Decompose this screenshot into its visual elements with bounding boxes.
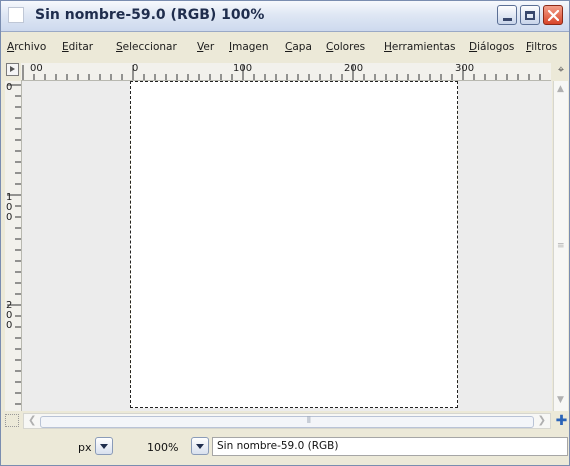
quick-mask-icon[interactable] <box>5 414 19 427</box>
zoom-select-button[interactable] <box>191 437 209 455</box>
menu-seleccionar[interactable]: Seleccionar <box>116 41 177 53</box>
menu-bar: Archivo Editar Seleccionar Ver Imagen Ca… <box>1 37 569 57</box>
image-canvas[interactable] <box>130 81 458 408</box>
close-button[interactable] <box>543 5 563 25</box>
chevron-down-icon <box>196 443 204 449</box>
image-info-text: Sin nombre-59.0 (RGB) <box>217 440 339 452</box>
hruler-label: 00 <box>30 63 43 74</box>
title-bar[interactable]: Sin nombre-59.0 (RGB) 100% <box>1 1 569 32</box>
scroll-left-icon[interactable]: ❮ <box>28 415 36 426</box>
hruler-label: 200 <box>344 63 364 74</box>
menu-dialogos[interactable]: Diálogos <box>469 41 514 53</box>
image-window: Sin nombre-59.0 (RGB) 100% Archivo Edita… <box>0 0 570 466</box>
chevron-down-icon <box>100 443 108 449</box>
vertical-scrollbar[interactable]: ▲ ≡ ▼ <box>553 81 568 411</box>
menu-arrow-button[interactable] <box>6 63 19 76</box>
close-icon <box>547 9 559 21</box>
vertical-ruler[interactable]: 0 100 200 <box>5 81 22 411</box>
menu-colores[interactable]: Colores <box>326 41 365 53</box>
menu-archivo[interactable]: Archivo <box>7 41 46 53</box>
hruler-label: 300 <box>455 63 475 74</box>
maximize-icon <box>525 10 535 20</box>
scroll-right-icon[interactable]: ❯ <box>538 415 546 426</box>
vruler-label: 100 <box>6 192 13 223</box>
menu-filtros[interactable]: Filtros <box>526 41 557 53</box>
status-field: Sin nombre-59.0 (RGB) <box>212 437 568 456</box>
minimize-button[interactable] <box>497 5 517 25</box>
vruler-label: 0 <box>6 82 13 93</box>
window-title: Sin nombre-59.0 (RGB) 100% <box>35 7 265 23</box>
vertical-ruler-ticks <box>7 84 21 405</box>
unit-value: px <box>78 441 92 454</box>
app-icon <box>8 7 24 23</box>
status-bar: px 100% Sin nombre-59.0 (RGB) <box>1 431 569 465</box>
hruler-label: 0 <box>132 63 139 74</box>
scroll-up-icon[interactable]: ▲ <box>557 84 564 94</box>
horizontal-ruler[interactable]: 00 0 100 200 300 <box>21 63 551 81</box>
scroll-down-icon[interactable]: ▼ <box>557 395 564 405</box>
horizontal-scroll-row: ❮ ⫴ ❯ ✚ <box>1 413 569 429</box>
hruler-label: 100 <box>233 63 253 74</box>
menu-imagen[interactable]: Imagen <box>229 41 269 53</box>
menu-editar[interactable]: Editar <box>62 41 93 53</box>
scroll-grip-icon: ≡ <box>557 241 565 251</box>
horizontal-scrollbar[interactable]: ❮ ⫴ ❯ <box>23 413 551 429</box>
navigate-icon[interactable]: ⌖ <box>554 63 568 80</box>
menu-herramientas[interactable]: Herramientas <box>384 41 456 53</box>
zoom-value: 100% <box>147 441 179 454</box>
menu-ver[interactable]: Ver <box>197 41 214 53</box>
scroll-grip-icon: ⫴ <box>307 416 311 426</box>
canvas-area[interactable] <box>22 81 552 411</box>
vruler-label: 200 <box>6 300 13 331</box>
minimize-icon <box>502 17 512 21</box>
maximize-button[interactable] <box>520 5 540 25</box>
menu-capa[interactable]: Capa <box>285 41 312 53</box>
horizontal-scroll-thumb[interactable]: ⫴ <box>40 416 534 428</box>
unit-select-button[interactable] <box>95 437 113 455</box>
move-icon[interactable]: ✚ <box>554 413 569 429</box>
